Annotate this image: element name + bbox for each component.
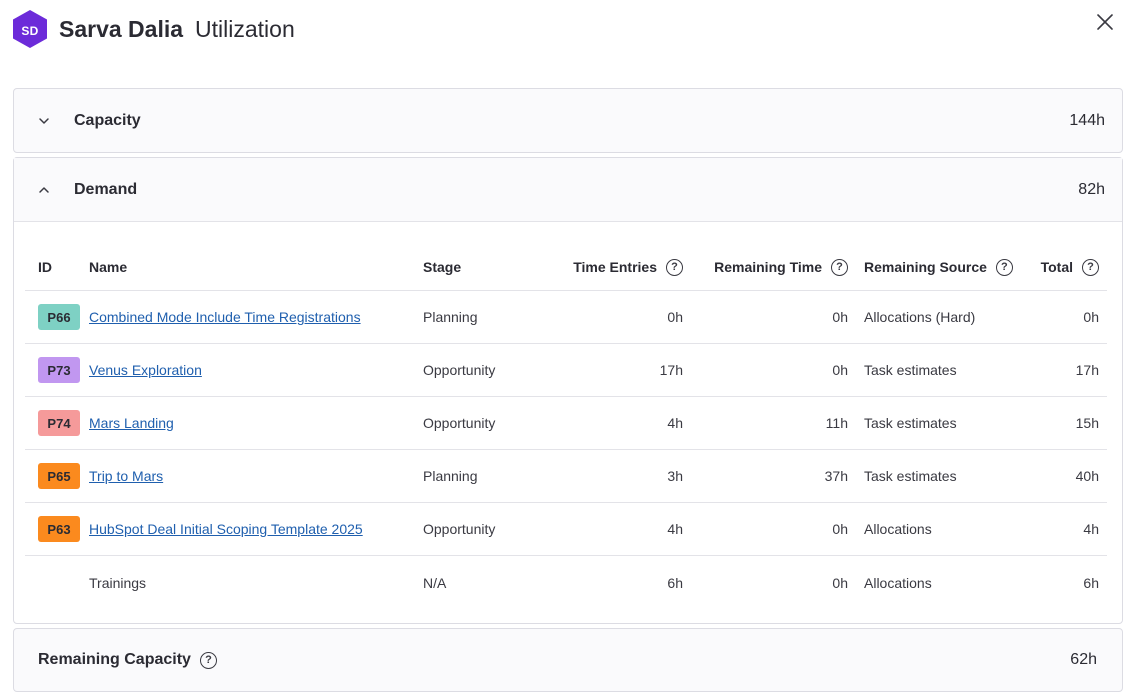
remaining-source-cell: Allocations (Hard) bbox=[864, 309, 976, 325]
table-row: P74 Mars Landing Opportunity 4h 11h Task… bbox=[25, 397, 1107, 450]
column-header-id: ID bbox=[38, 259, 52, 275]
help-icon[interactable]: ? bbox=[831, 258, 848, 276]
remaining-time-cell: 0h bbox=[832, 574, 848, 591]
modal-title: Utilization bbox=[195, 15, 295, 42]
table-row: Trainings N/A 6h 0h Allocations 6h bbox=[25, 556, 1107, 609]
demand-label: Demand bbox=[74, 180, 138, 198]
remaining-source-cell: Allocations bbox=[864, 521, 932, 537]
capacity-label: Capacity bbox=[74, 111, 141, 129]
project-id-badge: P66 bbox=[38, 304, 80, 330]
table-row: P65 Trip to Mars Planning 3h 37h Task es… bbox=[25, 450, 1107, 503]
stage-cell: N/A bbox=[423, 574, 447, 591]
help-icon[interactable]: ? bbox=[1082, 258, 1099, 276]
remaining-time-cell: 11h bbox=[825, 415, 848, 431]
capacity-header[interactable]: Capacity 144h bbox=[14, 89, 1122, 152]
remaining-time-cell: 0h bbox=[832, 309, 848, 325]
time-entries-cell: 3h bbox=[667, 468, 683, 484]
chevron-down-icon[interactable] bbox=[36, 113, 52, 129]
total-cell: 0h bbox=[1083, 309, 1099, 325]
demand-header[interactable]: Demand 82h bbox=[14, 158, 1122, 222]
remaining-time-cell: 0h bbox=[832, 521, 848, 537]
table-row: P73 Venus Exploration Opportunity 17h 0h… bbox=[25, 344, 1107, 397]
table-row: P66 Combined Mode Include Time Registrat… bbox=[25, 291, 1107, 344]
help-icon[interactable]: ? bbox=[995, 258, 1013, 276]
project-id-badge: P65 bbox=[38, 463, 80, 489]
avatar-initials: SD bbox=[21, 24, 39, 38]
time-entries-cell: 4h bbox=[667, 415, 683, 431]
stage-cell: Opportunity bbox=[423, 415, 496, 431]
remaining-capacity-label: Remaining Capacity bbox=[38, 651, 191, 668]
project-name-link[interactable]: Combined Mode Include Time Registrations bbox=[89, 309, 361, 325]
column-header-stage: Stage bbox=[423, 259, 462, 275]
stage-cell: Planning bbox=[423, 309, 478, 325]
column-header-name: Name bbox=[89, 259, 128, 275]
demand-value: 82h bbox=[1078, 180, 1105, 198]
stage-cell: Opportunity bbox=[423, 362, 496, 378]
close-button[interactable] bbox=[1095, 12, 1115, 32]
time-entries-cell: 0h bbox=[667, 309, 683, 325]
demand-table: ID Name Stage Time Entries ? Remaining T… bbox=[25, 244, 1107, 609]
total-cell: 15h bbox=[1075, 415, 1099, 431]
remaining-source-cell: Allocations bbox=[864, 574, 932, 591]
help-icon[interactable]: ? bbox=[666, 258, 683, 276]
remaining-capacity-header: Remaining Capacity ? 62h bbox=[14, 629, 1122, 691]
time-entries-cell: 4h bbox=[667, 521, 683, 537]
project-id-badge: P63 bbox=[38, 516, 80, 542]
project-id-badge: P74 bbox=[38, 410, 80, 436]
project-name-link[interactable]: HubSpot Deal Initial Scoping Template 20… bbox=[89, 521, 363, 537]
project-id-badge: P73 bbox=[38, 357, 80, 383]
chevron-up-icon[interactable] bbox=[36, 182, 52, 198]
project-name-link[interactable]: Venus Exploration bbox=[89, 362, 202, 378]
project-name-link[interactable]: Trip to Mars bbox=[89, 468, 163, 484]
stage-cell: Opportunity bbox=[423, 521, 496, 537]
modal-header: SD Sarva Dalia Utilization bbox=[12, 10, 295, 48]
capacity-section: Capacity 144h bbox=[13, 88, 1123, 153]
remaining-source-cell: Task estimates bbox=[864, 415, 957, 431]
training-name: Trainings bbox=[89, 574, 147, 591]
table-row: P63 HubSpot Deal Initial Scoping Templat… bbox=[25, 503, 1107, 556]
remaining-time-cell: 0h bbox=[832, 362, 848, 378]
remaining-source-cell: Task estimates bbox=[864, 468, 957, 484]
column-header-remaining-source: Remaining Source ? bbox=[848, 258, 1022, 276]
column-header-remaining-time: Remaining Time ? bbox=[683, 258, 848, 276]
remaining-capacity-section: Remaining Capacity ? 62h bbox=[13, 628, 1123, 692]
column-header-time-entries: Time Entries ? bbox=[533, 258, 683, 276]
total-cell: 4h bbox=[1083, 521, 1099, 537]
person-name: Sarva Dalia bbox=[59, 15, 184, 42]
total-cell: 17h bbox=[1075, 362, 1099, 378]
demand-section: Demand 82h ID Name Stage Time Entries ? … bbox=[13, 157, 1123, 624]
total-cell: 6h bbox=[1083, 574, 1099, 591]
time-entries-cell: 17h bbox=[659, 362, 683, 378]
capacity-value: 144h bbox=[1069, 111, 1105, 129]
project-name-link[interactable]: Mars Landing bbox=[89, 415, 174, 431]
total-cell: 40h bbox=[1075, 468, 1099, 484]
remaining-time-cell: 37h bbox=[824, 468, 848, 484]
help-icon[interactable]: ? bbox=[199, 651, 217, 669]
table-header-row: ID Name Stage Time Entries ? Remaining T… bbox=[25, 244, 1107, 291]
close-icon bbox=[1097, 14, 1113, 30]
remaining-capacity-value: 62h bbox=[1070, 651, 1097, 668]
stage-cell: Planning bbox=[423, 468, 478, 484]
remaining-source-cell: Task estimates bbox=[864, 362, 957, 378]
time-entries-cell: 6h bbox=[667, 574, 683, 591]
column-header-total: Total ? bbox=[1022, 258, 1107, 276]
avatar: SD bbox=[12, 10, 48, 48]
